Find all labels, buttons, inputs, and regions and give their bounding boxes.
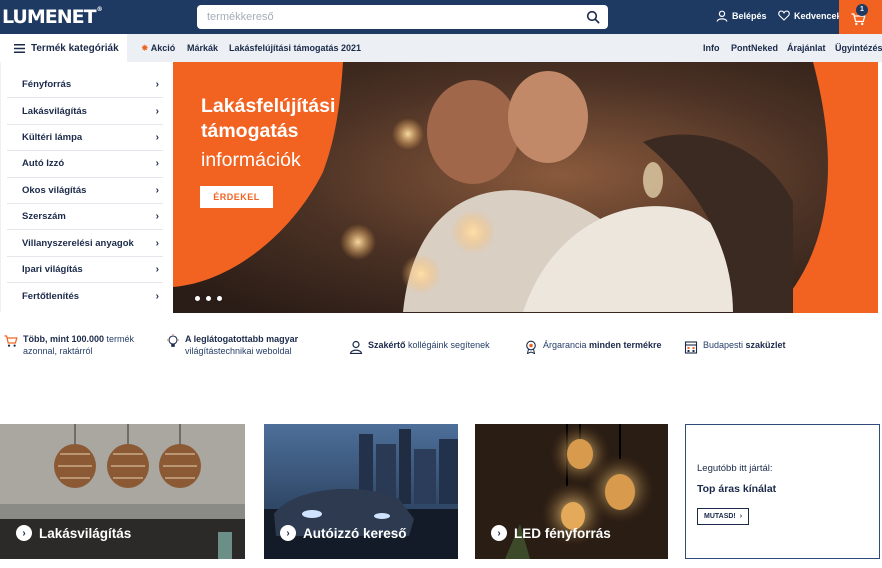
feature-price-guarantee: Árgarancia minden termékre xyxy=(524,339,662,354)
chevron-right-icon: › xyxy=(155,263,159,275)
sidebar-item-disinfection[interactable]: Fertőtlenítés › xyxy=(7,283,163,309)
hero-banner[interactable]: Lakásfelújítási támogatás információk ÉR… xyxy=(173,62,878,313)
sidebar-item-car-bulb[interactable]: Autó Izzó › xyxy=(7,151,163,178)
star-icon: ✸ xyxy=(141,43,149,53)
search-icon[interactable] xyxy=(586,10,600,24)
carousel-dots xyxy=(195,296,222,301)
sidebar-item-industrial-lighting[interactable]: Ipari világítás › xyxy=(7,257,163,284)
category-sidebar: Fényforrás › Lakásvilágítás › Kültéri lámp… xyxy=(0,62,173,312)
feature-stock: Több, mint 100.000 termék azonnal, raktár… xyxy=(4,333,134,357)
feature-most-visited: A leglátogatottabb magyar világítástechni… xyxy=(166,333,298,357)
hero-title: Lakásfelújítási támogatás xyxy=(201,95,336,142)
chevron-right-icon: › xyxy=(155,184,159,196)
hamburger-icon xyxy=(14,43,25,53)
sidebar-item-home-lighting[interactable]: Lakásvilágítás › xyxy=(7,98,163,125)
card-label: › Autóizzó kereső xyxy=(280,525,407,541)
favorites-label: Kedvencek xyxy=(794,10,842,21)
carousel-dot[interactable] xyxy=(217,296,222,301)
chevron-right-icon: › xyxy=(16,525,32,541)
chevron-right-icon: › xyxy=(155,290,159,302)
chevron-right-icon: › xyxy=(155,211,159,223)
expert-icon xyxy=(349,340,363,354)
sidebar-item-smart-lighting[interactable]: Okos világítás › xyxy=(7,178,163,204)
chevron-right-icon: › xyxy=(155,158,159,170)
show-button[interactable]: MUTASD! › xyxy=(697,508,750,525)
nav-item-renovation-support[interactable]: Lakásfelújítási támogatás 2021 xyxy=(229,43,361,53)
bulb-icon xyxy=(167,334,179,347)
recently-visited-panel: Legutóbb itt jártál: Top áras kínálat MU… xyxy=(685,424,880,559)
nav-bar: Termék kategóriák ✸ Akció Márkák Lakásfe… xyxy=(0,34,882,62)
card-led-light-source[interactable]: › LED fényforrás xyxy=(475,424,668,559)
top-header: LUMENET® Belépés Kedvencek 1 xyxy=(0,0,882,34)
chevron-right-icon: › xyxy=(280,525,296,541)
card-label: › Lakásvilágítás xyxy=(16,525,131,541)
chevron-right-icon: › xyxy=(491,525,507,541)
cart-button[interactable]: 1 xyxy=(839,0,882,34)
carousel-dot[interactable] xyxy=(206,296,211,301)
badge-icon xyxy=(526,340,536,354)
card-car-bulb-finder[interactable]: › Autóizzó kereső xyxy=(264,424,458,559)
nav-item-brands[interactable]: Márkák xyxy=(187,43,218,53)
login-label: Belépés xyxy=(732,11,767,21)
product-categories-label: Termék kategóriák xyxy=(31,42,119,54)
search-box xyxy=(197,5,608,29)
card-label: › LED fényforrás xyxy=(491,525,611,541)
store-icon xyxy=(684,341,698,354)
sidebar-item-electrical-supplies[interactable]: Villanyszerelési anyagok › xyxy=(7,230,163,257)
search-input[interactable] xyxy=(197,5,567,29)
cart-icon xyxy=(4,335,18,347)
chevron-right-icon: › xyxy=(155,105,159,117)
product-categories-button[interactable]: Termék kategóriák xyxy=(0,34,127,62)
chevron-right-icon: › xyxy=(155,237,159,249)
feature-experts: Szakértő kollégáink segítenek xyxy=(349,339,490,354)
sidebar-item-light-source[interactable]: Fényforrás › xyxy=(7,72,163,99)
nav-item-quote[interactable]: Árajánlat xyxy=(787,43,826,53)
recent-title: Legutóbb itt jártál: xyxy=(697,463,773,474)
nav-item-pontneked[interactable]: PontNeked xyxy=(731,43,778,53)
sidebar-item-tools[interactable]: Szerszám › xyxy=(7,204,163,231)
favorites-link[interactable]: Kedvencek xyxy=(778,10,842,21)
interested-button[interactable]: ÉRDEKEL xyxy=(200,186,273,208)
heart-icon xyxy=(778,10,790,21)
chevron-right-icon: › xyxy=(155,131,159,143)
sidebar-item-outdoor-lamp[interactable]: Kültéri lámpa › xyxy=(7,125,163,152)
card-home-lighting[interactable]: › Lakásvilágítás xyxy=(0,424,245,559)
carousel-dot[interactable] xyxy=(195,296,200,301)
chevron-right-icon: › xyxy=(155,79,159,91)
login-link[interactable]: Belépés xyxy=(716,10,767,22)
cart-count-badge: 1 xyxy=(856,4,868,16)
chevron-right-icon: › xyxy=(739,513,743,520)
recent-offer[interactable]: Top áras kínálat xyxy=(697,483,776,495)
feature-store: Budapesti szaküzlet xyxy=(684,339,786,354)
user-icon xyxy=(716,10,728,22)
nav-item-info[interactable]: Info xyxy=(703,43,720,53)
hero-subtitle: információk xyxy=(201,149,301,171)
logo[interactable]: LUMENET® xyxy=(2,6,103,28)
nav-item-administration[interactable]: Ügyintézés xyxy=(835,43,882,53)
nav-item-sale[interactable]: ✸ Akció xyxy=(141,43,175,54)
